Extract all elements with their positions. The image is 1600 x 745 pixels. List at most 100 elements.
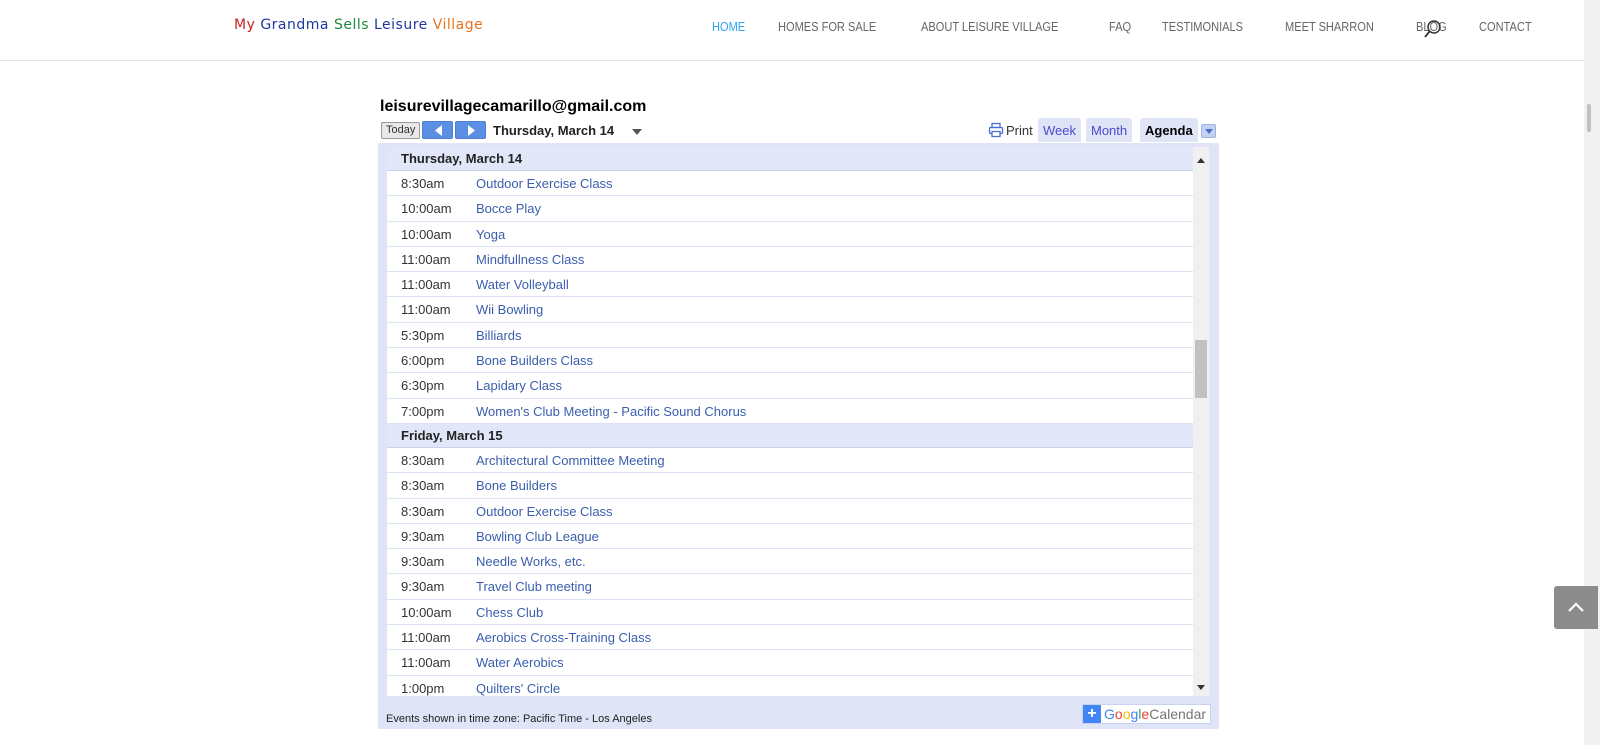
event-time: 11:00am [401, 630, 451, 646]
print-label: Print [1006, 122, 1033, 138]
event-time: 7:00pm [401, 403, 445, 419]
nav-item-about-leisure-village[interactable]: ABOUT LEISURE VILLAGE [921, 19, 1058, 39]
event-title-link[interactable]: Bone Builders Class [476, 348, 593, 372]
page-scrollbar-thumb[interactable] [1587, 104, 1591, 132]
agenda-list: Thursday, March 14 8:30am Outdoor Exercise… [387, 147, 1193, 696]
event-title-link[interactable]: Wii Bowling [476, 297, 543, 321]
event-time: 6:00pm [401, 353, 445, 369]
event-title-link[interactable]: Bone Builders [476, 473, 557, 497]
nav-item-home[interactable]: HOME [712, 19, 745, 39]
plus-icon: + [1083, 705, 1101, 723]
event-title-link[interactable]: Women's Club Meeting - Pacific Sound Cho… [476, 399, 746, 423]
current-date-label[interactable]: Thursday, March 14 [493, 123, 614, 138]
agenda-scrollbar[interactable] [1193, 147, 1209, 696]
tab-week[interactable]: Week [1038, 118, 1081, 142]
scroll-up-icon[interactable] [1197, 158, 1205, 163]
event-time: 6:30pm [401, 378, 445, 394]
event-title-link[interactable]: Needle Works, etc. [476, 549, 586, 573]
event-time: 5:30pm [401, 327, 445, 343]
event-title-link[interactable]: Travel Club meeting [476, 574, 592, 598]
event-title-link[interactable]: Water Volleyball [476, 272, 569, 296]
event-title-link[interactable]: Quilters' Circle [476, 676, 560, 696]
event-row[interactable]: 9:30am Needle Works, etc. [387, 549, 1193, 575]
agenda-scrollbar-thumb[interactable] [1195, 340, 1207, 398]
event-title-link[interactable]: Billiards [476, 323, 522, 347]
event-time: 9:30am [401, 528, 445, 544]
day-header: Thursday, March 14 [387, 147, 1193, 171]
logo-part: Sells [333, 17, 374, 33]
nav-item-testimonials[interactable]: TESTIMONIALS [1162, 19, 1243, 39]
arrow-right-icon [468, 125, 475, 136]
search-icon[interactable] [1424, 20, 1444, 40]
chevron-up-icon [1568, 602, 1584, 612]
event-title-link[interactable]: Yoga [476, 222, 505, 246]
logo-part: Grandma [260, 17, 334, 33]
event-row[interactable]: 9:30am Bowling Club League [387, 524, 1193, 550]
event-title-link[interactable]: Bocce Play [476, 196, 541, 220]
event-title-link[interactable]: Lapidary Class [476, 373, 562, 397]
page-scrollbar[interactable] [1584, 0, 1600, 745]
timezone-note: Events shown in time zone: Pacific Time … [386, 713, 652, 725]
view-menu-dropdown-icon[interactable] [1201, 124, 1216, 138]
nav-item-contact[interactable]: CONTACT [1479, 19, 1532, 39]
event-row[interactable]: 6:00pm Bone Builders Class [387, 348, 1193, 374]
site-header: My Grandma Sells Leisure Village HOME HOM… [0, 0, 1584, 60]
today-button[interactable]: Today [381, 122, 421, 139]
event-time: 11:00am [401, 251, 451, 267]
event-row[interactable]: 8:30am Architectural Committee Meeting [387, 448, 1193, 474]
event-title-link[interactable]: Mindfullness Class [476, 247, 584, 271]
tab-month[interactable]: Month [1086, 118, 1133, 142]
google-calendar-badge[interactable]: + Google Calendar [1082, 704, 1212, 724]
logo-part: Leisure [373, 17, 433, 33]
event-title-link[interactable]: Outdoor Exercise Class [476, 171, 613, 195]
event-time: 9:30am [401, 554, 445, 570]
event-row[interactable]: 9:30am Travel Club meeting [387, 574, 1193, 600]
nav-item-meet-sharron[interactable]: MEET SHARRON [1285, 19, 1374, 39]
event-row[interactable]: 5:30pm Billiards [387, 323, 1193, 349]
event-time: 11:00am [401, 302, 451, 318]
next-button[interactable] [455, 121, 486, 139]
site-logo[interactable]: My Grandma Sells Leisure Village [234, 17, 483, 33]
event-row[interactable]: 7:00pm Women's Club Meeting - Pacific Sou… [387, 399, 1193, 424]
printer-icon [988, 122, 1004, 138]
event-row[interactable]: 8:30am Outdoor Exercise Class [387, 171, 1193, 197]
event-row[interactable]: 8:30am Outdoor Exercise Class [387, 499, 1193, 524]
nav-item-faq[interactable]: FAQ [1109, 19, 1131, 39]
event-time: 8:30am [401, 452, 445, 468]
print-button[interactable]: Print [988, 122, 1033, 138]
event-row[interactable]: 11:00am Aerobics Cross-Training Class [387, 625, 1193, 651]
event-time: 8:30am [401, 503, 445, 519]
event-time: 11:00am [401, 655, 451, 671]
event-row[interactable]: 11:00am Mindfullness Class [387, 247, 1193, 273]
event-row[interactable]: 11:00am Water Aerobics [387, 650, 1193, 676]
event-row[interactable]: 11:00am Water Volleyball [387, 272, 1193, 298]
event-time: 8:30am [401, 176, 445, 191]
event-row[interactable]: 11:00am Wii Bowling [387, 297, 1193, 323]
event-title-link[interactable]: Aerobics Cross-Training Class [476, 625, 651, 649]
event-time: 10:00am [401, 201, 452, 217]
event-time: 8:30am [401, 478, 445, 494]
event-row[interactable]: 10:00am Chess Club [387, 600, 1193, 626]
event-time: 1:00pm [401, 680, 445, 696]
event-time: 10:00am [401, 604, 452, 620]
event-time: 9:30am [401, 579, 445, 595]
event-row[interactable]: 1:00pm Quilters' Circle [387, 676, 1193, 696]
scroll-down-icon[interactable] [1197, 685, 1205, 690]
event-title-link[interactable]: Bowling Club League [476, 524, 599, 548]
event-row[interactable]: 8:30am Bone Builders [387, 473, 1193, 499]
event-title-link[interactable]: Chess Club [476, 600, 543, 624]
event-row[interactable]: 10:00am Yoga [387, 222, 1193, 247]
nav-item-homes-for-sale[interactable]: HOMES FOR SALE [778, 19, 876, 39]
date-picker-caret-icon[interactable] [632, 129, 642, 135]
event-row[interactable]: 6:30pm Lapidary Class [387, 373, 1193, 399]
event-row[interactable]: 10:00am Bocce Play [387, 196, 1193, 222]
logo-part: Village [432, 17, 484, 33]
day-header: Friday, March 15 [387, 423, 1193, 448]
tab-agenda[interactable]: Agenda [1140, 118, 1198, 142]
event-title-link[interactable]: Water Aerobics [476, 650, 564, 674]
google-wordmark: Google [1104, 706, 1150, 722]
back-to-top-button[interactable] [1554, 586, 1598, 629]
prev-button[interactable] [422, 121, 453, 139]
event-title-link[interactable]: Outdoor Exercise Class [476, 499, 613, 523]
event-title-link[interactable]: Architectural Committee Meeting [476, 448, 665, 472]
